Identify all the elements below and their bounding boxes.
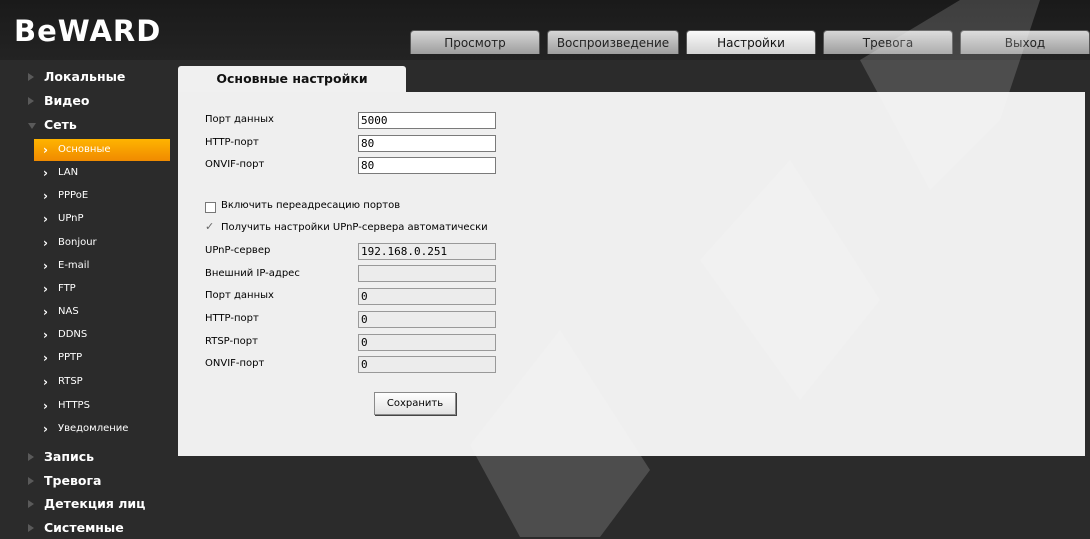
sidebar-subitem-rtsp[interactable]: › RTSP (0, 371, 172, 393)
sidebar-item-local[interactable]: Локальные (0, 66, 172, 88)
chevron-right-icon: › (43, 143, 48, 157)
sidebar-item-label: Детекция лиц (44, 496, 146, 511)
tab-alarm[interactable]: Тревога (823, 30, 953, 54)
sidebar-subitem-label: Основные (58, 144, 111, 155)
sidebar-subitem-lan[interactable]: › LAN (0, 162, 172, 184)
sidebar-subitem-label: Уведомление (58, 423, 129, 434)
port-forwarding-checkbox[interactable] (205, 202, 216, 213)
tab-playback[interactable]: Воспроизведение (547, 30, 679, 54)
settings-panel: Порт данных HTTP-порт ONVIF-порт Включит… (178, 92, 1085, 456)
sidebar-subitem-basic[interactable]: › Основные (34, 139, 170, 161)
sidebar-subitem-label: NAS (58, 306, 79, 317)
sidebar-item-label: Локальные (44, 69, 126, 84)
collapsed-arrow-icon (28, 97, 34, 105)
chevron-right-icon: › (43, 305, 48, 319)
chevron-right-icon: › (43, 259, 48, 273)
sidebar-subitem-nas[interactable]: › NAS (0, 301, 172, 323)
chevron-right-icon: › (43, 282, 48, 296)
upnp-auto-checkbox[interactable] (205, 220, 216, 234)
chevron-right-icon: › (43, 328, 48, 342)
sidebar-subitem-email[interactable]: › E-mail (0, 255, 172, 277)
tab-exit[interactable]: Выход (960, 30, 1090, 54)
field-label: HTTP-порт (205, 313, 259, 324)
sidebar-subitem-label: FTP (58, 283, 76, 294)
http-port-input[interactable] (358, 135, 496, 152)
external-ip-input[interactable] (358, 265, 496, 282)
sidebar-subitem-label: E-mail (58, 260, 90, 271)
sidebar-item-label: Системные (44, 520, 124, 535)
sidebar-subitem-label: RTSP (58, 376, 83, 387)
sidebar-subitem-label: PPPoE (58, 190, 89, 201)
sidebar-subitem-label: DDNS (58, 329, 88, 340)
save-button[interactable]: Сохранить (374, 392, 456, 415)
onvif-port-input[interactable] (358, 157, 496, 174)
upnp-data-port-input[interactable] (358, 288, 496, 305)
sidebar-item-system[interactable]: Системные (0, 517, 172, 539)
field-label: HTTP-порт (205, 137, 259, 148)
content-tab-title: Основные настройки (178, 66, 406, 92)
sidebar-item-record[interactable]: Запись (0, 446, 172, 468)
sidebar-subitem-label: UPnP (58, 213, 84, 224)
chevron-right-icon: › (43, 189, 48, 203)
sidebar-subitem-bonjour[interactable]: › Bonjour (0, 232, 172, 254)
data-port-input[interactable] (358, 112, 496, 129)
sidebar-subitem-label: LAN (58, 167, 79, 178)
collapsed-arrow-icon (28, 524, 34, 532)
chevron-right-icon: › (43, 236, 48, 250)
expanded-arrow-icon (28, 123, 36, 129)
sidebar-item-label: Сеть (44, 117, 77, 132)
collapsed-arrow-icon (28, 500, 34, 508)
upnp-auto-label: Получить настройки UPnP-сервера автомати… (221, 222, 488, 233)
sidebar-subitem-https[interactable]: › HTTPS (0, 395, 172, 417)
sidebar-item-alarm[interactable]: Тревога (0, 470, 172, 492)
chevron-right-icon: › (43, 399, 48, 413)
field-label: Порт данных (205, 114, 274, 125)
collapsed-arrow-icon (28, 73, 34, 81)
sidebar-subitem-label: HTTPS (58, 400, 90, 411)
sidebar-subitem-pptp[interactable]: › PPTP (0, 347, 172, 369)
sidebar-subitem-upnp[interactable]: › UPnP (0, 208, 172, 230)
chevron-right-icon: › (43, 422, 48, 436)
field-label: Порт данных (205, 290, 274, 301)
sidebar-item-face-detection[interactable]: Детекция лиц (0, 493, 172, 515)
field-label: ONVIF-порт (205, 358, 265, 369)
upnp-onvif-port-input[interactable] (358, 356, 496, 373)
sidebar-item-video[interactable]: Видео (0, 90, 172, 112)
sidebar-item-label: Видео (44, 93, 90, 108)
chevron-right-icon: › (43, 375, 48, 389)
field-label: ONVIF-порт (205, 159, 265, 170)
sidebar-item-label: Тревога (44, 473, 102, 488)
sidebar-subitem-ddns[interactable]: › DDNS (0, 324, 172, 346)
sidebar-subitem-ftp[interactable]: › FTP (0, 278, 172, 300)
tab-settings[interactable]: Настройки (686, 30, 816, 54)
sidebar-subitem-notification[interactable]: › Уведомление (0, 418, 172, 440)
collapsed-arrow-icon (28, 453, 34, 461)
sidebar-subitem-label: PPTP (58, 352, 83, 363)
sidebar-subitem-label: Bonjour (58, 237, 97, 248)
sidebar-item-network[interactable]: Сеть (0, 114, 172, 136)
field-label: Внешний IP-адрес (205, 268, 300, 279)
port-forwarding-label: Включить переадресацию портов (221, 200, 401, 211)
upnp-server-input[interactable] (358, 243, 496, 260)
chevron-right-icon: › (43, 166, 48, 180)
field-label: RTSP-порт (205, 336, 258, 347)
chevron-right-icon: › (43, 351, 48, 365)
field-label: UPnP-сервер (205, 245, 271, 256)
upnp-rtsp-port-input[interactable] (358, 334, 496, 351)
sidebar-item-label: Запись (44, 449, 95, 464)
beward-logo: BeWARD (14, 14, 162, 48)
tab-view[interactable]: Просмотр (410, 30, 540, 54)
upnp-http-port-input[interactable] (358, 311, 496, 328)
header-bar: BeWARD Просмотр Воспроизведение Настройк… (0, 0, 1090, 60)
collapsed-arrow-icon (28, 477, 34, 485)
sidebar-subitem-pppoe[interactable]: › PPPoE (0, 185, 172, 207)
chevron-right-icon: › (43, 212, 48, 226)
